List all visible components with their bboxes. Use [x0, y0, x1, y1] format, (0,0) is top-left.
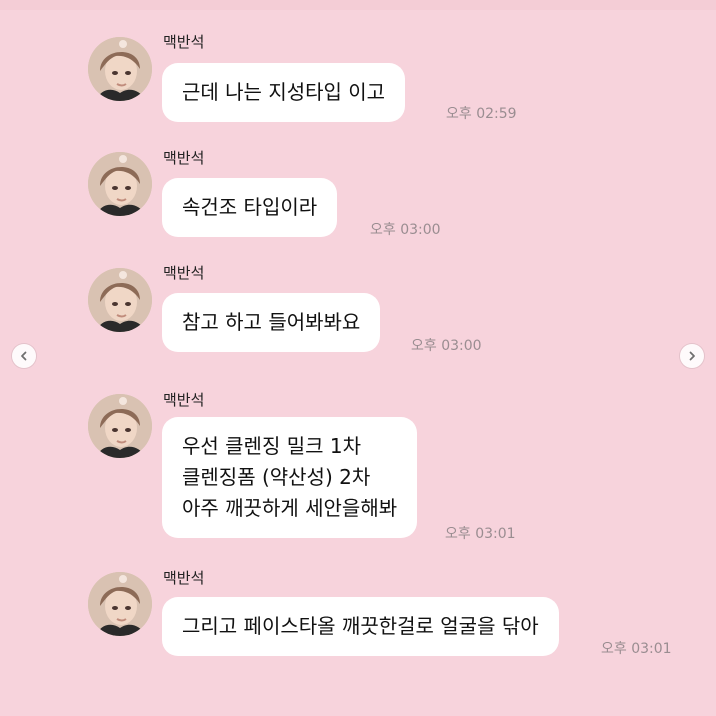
message-time: 오후 03:01: [601, 641, 672, 657]
avatar[interactable]: [88, 268, 152, 332]
message-text: 그리고 페이스타올 깨끗한걸로 얼굴을 닦아: [182, 614, 539, 638]
carousel-prev-button[interactable]: [12, 344, 36, 368]
message-bubble[interactable]: 우선 클렌징 밀크 1차 클렌징폼 (약산성) 2차 아주 깨끗하게 세안을해봐: [162, 417, 418, 538]
message-text-line: 아주 깨끗하게 세안을해봐: [182, 496, 398, 520]
message-time: 오후 03:01: [445, 526, 516, 542]
message-text: 근데 나는 지성타입 이고: [182, 80, 386, 104]
message-time: 오후 03:00: [411, 338, 482, 354]
sender-name: 맥반석: [163, 149, 205, 167]
chevron-right-icon: [689, 351, 695, 361]
message-bubble[interactable]: 그리고 페이스타올 깨끗한걸로 얼굴을 닦아: [162, 597, 559, 656]
message-bubble[interactable]: 근데 나는 지성타입 이고: [162, 63, 406, 122]
message-time: 오후 03:00: [370, 222, 441, 238]
message-bubble[interactable]: 참고 하고 들어봐봐요: [162, 293, 381, 352]
sender-name: 맥반석: [163, 391, 205, 409]
sender-name: 맥반석: [163, 33, 205, 51]
sender-name: 맥반석: [163, 264, 205, 282]
avatar[interactable]: [88, 394, 152, 458]
carousel-next-button[interactable]: [680, 344, 704, 368]
message-bubble[interactable]: 속건조 타입이라: [162, 178, 338, 237]
avatar[interactable]: [88, 152, 152, 216]
chevron-left-icon: [21, 351, 27, 361]
message-text-line: 클렌징폼 (약산성) 2차: [182, 465, 371, 489]
avatar[interactable]: [88, 37, 152, 101]
message-text-line: 우선 클렌징 밀크 1차: [182, 434, 361, 458]
sender-name: 맥반석: [163, 569, 205, 587]
avatar[interactable]: [88, 572, 152, 636]
message-text: 속건조 타입이라: [182, 195, 318, 219]
message-time: 오후 02:59: [446, 106, 517, 122]
top-edge-strip: [0, 0, 716, 10]
message-text: 참고 하고 들어봐봐요: [182, 310, 361, 334]
